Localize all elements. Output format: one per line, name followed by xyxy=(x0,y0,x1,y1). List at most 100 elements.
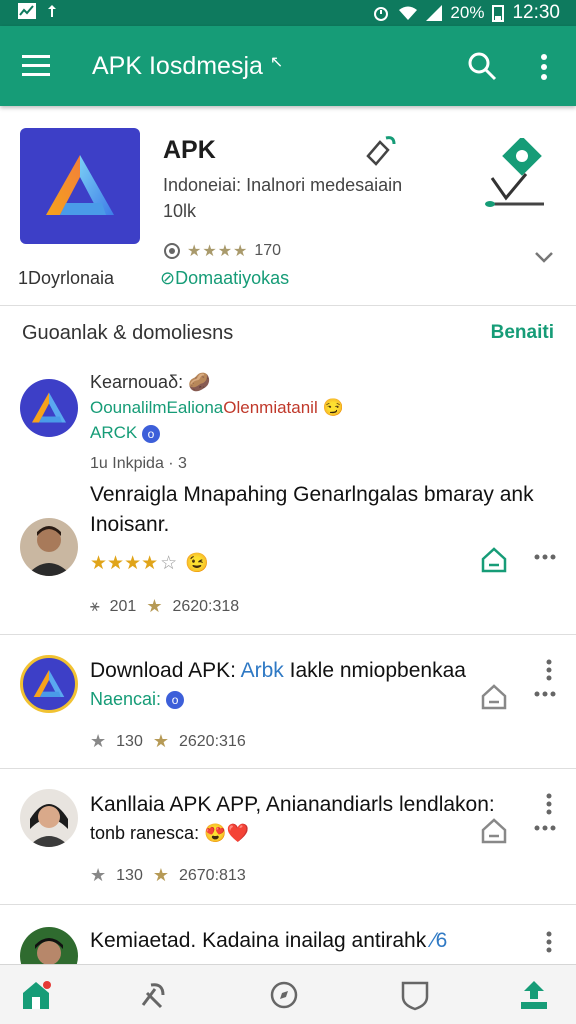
post-body: Venraigla Mnapahing Genarlngalas bmaray … xyxy=(90,483,534,536)
downloads-link-text: Domaatiyokas xyxy=(175,268,290,288)
post-app-avatar[interactable] xyxy=(20,379,78,437)
star-icon: ★ xyxy=(152,731,169,751)
signal-icon xyxy=(426,5,443,21)
status-bar: 20% 12:30 xyxy=(0,0,576,26)
star-icon: ★ xyxy=(146,596,163,616)
stat-a: 130 xyxy=(116,866,143,884)
post-headline[interactable]: Kemiaetad. Kadaina inailag antirahk ⁄6 xyxy=(90,929,447,953)
verified-icon: o xyxy=(166,691,185,710)
rating-stars: ★★★★ xyxy=(90,552,159,574)
post-stats: ⚹ 201 ★ 2620:318 xyxy=(90,596,239,617)
app-logo[interactable] xyxy=(20,128,140,244)
downloads-link[interactable]: ⊘Domaatiyokas xyxy=(160,268,289,289)
home-icon[interactable] xyxy=(20,979,52,1011)
tag-text: ARCK xyxy=(90,423,138,442)
person-portrait xyxy=(20,789,78,847)
section-action-button[interactable]: Benaiti xyxy=(491,322,554,344)
post-author[interactable]: Naencai: o xyxy=(90,689,185,710)
post-author[interactable]: tonb ranesca: 😍❤️ xyxy=(90,823,249,844)
app-bar: APK Iosdmesja ↖ xyxy=(0,26,576,106)
emoji-icon: 😏 xyxy=(322,398,344,417)
headline-c: Iakle nmiopbenkaa xyxy=(289,659,466,682)
chart-notification-icon xyxy=(18,3,36,19)
stat-b: 2620:316 xyxy=(178,732,246,750)
feed-post: Kearnouaδ: 🥔 OounalilmEalionaOlenmiatani… xyxy=(0,358,576,635)
tools-icon[interactable] xyxy=(137,979,169,1011)
home-outline-icon[interactable] xyxy=(480,817,508,845)
post-headline[interactable]: Download APK: Arbk Iakle nmiopbenkaa xyxy=(90,659,466,683)
star-empty-icon: ☆ xyxy=(160,552,178,574)
post-title: Kearnouaδ: 🥔 xyxy=(90,372,211,393)
more-horiz-icon[interactable] xyxy=(534,552,556,562)
post-app-avatar[interactable] xyxy=(20,655,78,713)
more-vert-icon[interactable] xyxy=(544,793,554,815)
more-vert-icon[interactable] xyxy=(544,931,554,953)
hamburger-icon[interactable] xyxy=(22,53,50,79)
post-stats: ★ 130 ★ 2670:813 xyxy=(90,865,246,886)
stat-b: 2620:318 xyxy=(172,597,240,615)
app-logo-icon xyxy=(46,155,114,215)
upload-icon[interactable] xyxy=(518,979,550,1011)
post-stats: ★ 130 ★ 2620:316 xyxy=(90,731,246,752)
star-icon: ★ xyxy=(152,865,169,885)
chevron-down-icon[interactable] xyxy=(532,248,556,266)
stat-a: 201 xyxy=(109,597,137,615)
stat-b: 2670:813 xyxy=(178,866,246,884)
app-bar-title-text: APK Iosdmesja xyxy=(92,52,263,80)
rating-badge-icon xyxy=(164,243,180,259)
more-horiz-icon[interactable] xyxy=(534,689,556,699)
post-rating: ★★★★ ☆ 😉 xyxy=(90,551,209,575)
person-portrait xyxy=(20,927,78,964)
app-subtitle: Indoneiai: Inalnori medesaiain 10lk xyxy=(163,175,403,221)
home-outline-icon[interactable] xyxy=(480,683,508,711)
user-avatar[interactable] xyxy=(20,789,78,847)
feed-post: Kanllaia APK APP, Anianandiarls lendlako… xyxy=(0,769,576,905)
emoji-icon: 🥔 xyxy=(188,372,211,392)
post-title-text: Kearnouaδ: xyxy=(90,372,184,392)
app-info-card: APK Indoneiai: Inalnori medesaiain 10lk … xyxy=(0,108,576,306)
battery-icon xyxy=(492,5,505,22)
home-outline-icon[interactable] xyxy=(480,546,508,574)
author-a[interactable]: OounalilmEaliona xyxy=(90,398,223,417)
hearts-emoji-icon: 😍❤️ xyxy=(204,823,249,843)
headline-text: Kemiaetad. Kadaina inailag antirahk xyxy=(90,929,427,952)
feed-post: Kemiaetad. Kadaina inailag antirahk ⁄6 xyxy=(0,905,576,964)
user-avatar[interactable] xyxy=(20,518,78,576)
headline-link[interactable]: Arbk xyxy=(241,659,284,682)
compass-icon[interactable] xyxy=(268,979,300,1011)
rating-stars: ★★★★ xyxy=(187,243,249,260)
author-text: tonb ranesca: xyxy=(90,823,200,843)
section-label: Guoanlak & domoliesns xyxy=(22,322,234,344)
post-meta: 1u Inkpida · 3 xyxy=(90,455,187,472)
alarm-icon xyxy=(374,7,389,21)
emoji-icon: ⁄6 xyxy=(432,929,448,952)
app-bar-title: APK Iosdmesja ↖ xyxy=(92,52,283,81)
sync-icon xyxy=(48,5,56,17)
post-tag: ARCK o xyxy=(90,423,160,443)
post-headline[interactable]: Kanllaia APK APP, Anianandiarls lendlako… xyxy=(90,793,495,817)
app-name: APK xyxy=(163,136,216,164)
emoji-icon: 😉 xyxy=(185,553,209,574)
author-b[interactable]: Olenmiatanil xyxy=(223,398,318,417)
more-vert-icon[interactable] xyxy=(534,52,554,82)
post-authors: OounalilmEalionaOlenmiatanil 😏 xyxy=(90,398,344,418)
headline-a: Download APK: xyxy=(90,659,236,682)
rating-value: 170 xyxy=(254,242,282,259)
bottom-navigation xyxy=(0,964,576,1024)
more-vert-icon[interactable] xyxy=(544,659,554,681)
repost-icon: ⚹ xyxy=(90,597,100,615)
battery-percent: 20% xyxy=(450,3,485,22)
user-avatar[interactable] xyxy=(20,927,78,964)
app-logo-icon xyxy=(33,670,65,698)
app-logo-icon xyxy=(32,392,66,423)
search-icon[interactable] xyxy=(466,50,498,82)
clock: 12:30 xyxy=(512,2,560,23)
more-horiz-icon[interactable] xyxy=(534,823,556,833)
feed-post: Download APK: Arbk Iakle nmiopbenkaa Nae… xyxy=(0,635,576,769)
shield-icon[interactable] xyxy=(399,979,431,1011)
person-portrait xyxy=(20,518,78,576)
stat-a: 130 xyxy=(116,732,143,750)
share-icon[interactable] xyxy=(362,134,398,170)
star-icon: ★ xyxy=(90,731,107,751)
install-decoration-icon xyxy=(485,138,544,207)
